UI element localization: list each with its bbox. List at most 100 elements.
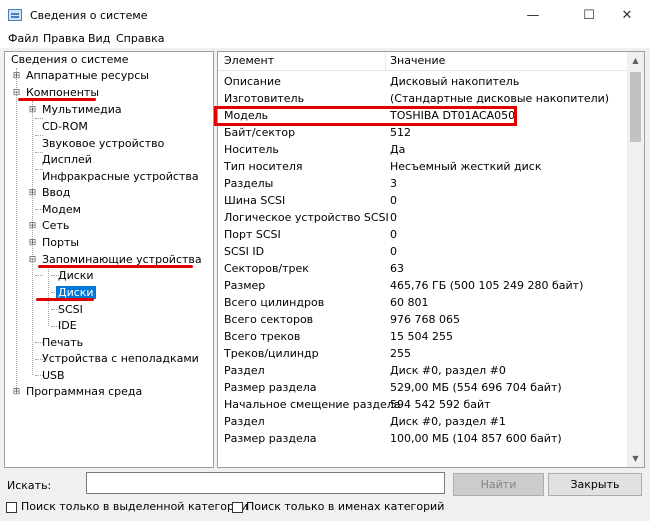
tree-item-ide[interactable]: IDE xyxy=(58,318,77,334)
table-row[interactable]: Байт/сектор 512 xyxy=(218,124,627,141)
cell-value: (Стандартные дисковые накопители) xyxy=(390,92,610,105)
cell-element: Треков/цилиндр xyxy=(224,347,319,360)
expand-plus-icon[interactable]: ⊞ xyxy=(12,72,21,81)
table-row[interactable]: Всего цилиндров 60 801 xyxy=(218,294,627,311)
cell-element: Раздел xyxy=(224,364,265,377)
search-input[interactable] xyxy=(86,472,445,494)
table-row[interactable]: Описание Дисковый накопитель xyxy=(218,73,627,90)
red-underline-annotation xyxy=(38,265,193,268)
cell-value: Диск #0, раздел #0 xyxy=(390,364,506,377)
title-bar: Сведения о системе — ☐ ✕ xyxy=(0,0,650,31)
scroll-up-icon[interactable]: ▲ xyxy=(627,52,644,69)
cell-value: 60 801 xyxy=(390,296,429,309)
menu-edit[interactable]: Правка xyxy=(43,32,85,45)
tree-item-printing[interactable]: Печать xyxy=(42,335,83,351)
cell-value: Диск #0, раздел #1 xyxy=(390,415,506,428)
collapse-minus-icon[interactable]: ⊟ xyxy=(28,256,37,265)
column-divider[interactable] xyxy=(385,52,386,70)
scroll-down-icon[interactable]: ▼ xyxy=(627,450,644,467)
checkbox-search-selected-category[interactable] xyxy=(6,502,17,513)
find-button[interactable]: Найти xyxy=(453,473,544,496)
table-row[interactable]: Изготовитель (Стандартные дисковые накопи… xyxy=(218,90,627,107)
tree-item-hardware-resources[interactable]: Аппаратные ресурсы xyxy=(26,68,149,84)
tree-item-multimedia[interactable]: Мультимедиа xyxy=(42,102,122,118)
cell-value: 465,76 ГБ (500 105 249 280 байт) xyxy=(390,279,584,292)
collapse-minus-icon[interactable]: ⊟ xyxy=(12,89,21,98)
table-row[interactable]: SCSI ID 0 xyxy=(218,243,627,260)
cell-element: Размер раздела xyxy=(224,432,317,445)
table-row[interactable]: Размер раздела 100,00 МБ (104 857 600 бай… xyxy=(218,430,627,447)
tree-item-display[interactable]: Дисплей xyxy=(42,152,92,168)
tree-item-ports[interactable]: Порты xyxy=(42,235,79,251)
cell-value: Да xyxy=(390,143,406,156)
cell-element: Байт/сектор xyxy=(224,126,296,139)
table-row[interactable]: Разделы 3 xyxy=(218,175,627,192)
red-highlight-box xyxy=(214,106,517,126)
tree-item-sound-device[interactable]: Звуковое устройство xyxy=(42,136,164,152)
cell-element: Логическое устройство SCSI xyxy=(224,211,389,224)
system-info-window: Сведения о системе — ☐ ✕ Файл Правка Вид… xyxy=(0,0,650,521)
tree-line xyxy=(48,267,49,326)
expand-plus-icon[interactable]: ⊞ xyxy=(28,106,37,115)
cell-value: Несъемный жесткий диск xyxy=(390,160,542,173)
cell-element: Изготовитель xyxy=(224,92,305,105)
expand-plus-icon[interactable]: ⊞ xyxy=(28,239,37,248)
table-row[interactable]: Размер 465,76 ГБ (500 105 249 280 байт) xyxy=(218,277,627,294)
table-row[interactable]: Всего треков 15 504 255 xyxy=(218,328,627,345)
scrollbar-thumb[interactable] xyxy=(630,72,641,142)
cell-element: Носитель xyxy=(224,143,279,156)
table-row[interactable]: Всего секторов 976 768 065 xyxy=(218,311,627,328)
cell-element: Всего цилиндров xyxy=(224,296,325,309)
window-title: Сведения о системе xyxy=(30,9,148,22)
cell-value: 0 xyxy=(390,245,397,258)
tree-item-scsi[interactable]: SCSI xyxy=(58,302,83,318)
table-row[interactable]: Раздел Диск #0, раздел #0 xyxy=(218,362,627,379)
table-row[interactable]: Треков/цилиндр 255 xyxy=(218,345,627,362)
cell-value: 63 xyxy=(390,262,404,275)
cell-value: 529,00 МБ (554 696 704 байт) xyxy=(390,381,562,394)
checkbox-label-selected-category: Поиск только в выделенной категории xyxy=(21,500,249,513)
table-row[interactable]: Начальное смещение раздела 594 542 592 ба… xyxy=(218,396,627,413)
table-row[interactable]: Порт SCSI 0 xyxy=(218,226,627,243)
table-row[interactable]: Логическое устройство SCSI 0 xyxy=(218,209,627,226)
search-label: Искать: xyxy=(7,479,52,492)
table-row[interactable]: Носитель Да xyxy=(218,141,627,158)
expand-plus-icon[interactable]: ⊞ xyxy=(12,388,21,397)
tree-item-software-environment[interactable]: Программная среда xyxy=(26,384,142,400)
checkbox-search-category-names[interactable] xyxy=(232,502,243,513)
cell-value: 3 xyxy=(390,177,397,190)
column-header-value[interactable]: Значение xyxy=(390,54,445,67)
menu-help[interactable]: Справка xyxy=(116,32,164,45)
cell-element: Тип носителя xyxy=(224,160,303,173)
category-tree[interactable]: Сведения о системе ⊞ Аппаратные ресурсы … xyxy=(4,51,214,468)
tree-item-modem[interactable]: Модем xyxy=(42,202,81,218)
table-row[interactable]: Тип носителя Несъемный жесткий диск xyxy=(218,158,627,175)
cell-element: Разделы xyxy=(224,177,274,190)
vertical-scrollbar[interactable]: ▲ ▼ xyxy=(627,52,644,467)
expand-plus-icon[interactable]: ⊞ xyxy=(28,189,37,198)
minimize-button[interactable]: — xyxy=(510,0,556,31)
table-row[interactable]: Раздел Диск #0, раздел #1 xyxy=(218,413,627,430)
table-row[interactable]: Шина SCSI 0 xyxy=(218,192,627,209)
tree-item-usb[interactable]: USB xyxy=(42,368,65,384)
tree-item-cdrom[interactable]: CD-ROM xyxy=(42,119,88,135)
tree-item-drives[interactable]: Диски xyxy=(58,268,94,284)
expand-plus-icon[interactable]: ⊞ xyxy=(28,222,37,231)
table-row[interactable]: Секторов/трек 63 xyxy=(218,260,627,277)
close-button[interactable]: Закрыть xyxy=(548,473,642,496)
column-header-element[interactable]: Элемент xyxy=(224,54,274,67)
tree-item-problem-devices[interactable]: Устройства с неполадками xyxy=(42,351,199,367)
tree-item-infrared[interactable]: Инфракрасные устройства xyxy=(42,169,199,185)
tree-item-network[interactable]: Сеть xyxy=(42,218,69,234)
red-underline-annotation xyxy=(18,98,96,101)
close-window-button[interactable]: ✕ xyxy=(604,0,650,31)
tree-root-system-summary[interactable]: Сведения о системе xyxy=(11,52,128,68)
tree-item-input[interactable]: Ввод xyxy=(42,185,70,201)
table-row[interactable]: Размер раздела 529,00 МБ (554 696 704 бай… xyxy=(218,379,627,396)
cell-value: 0 xyxy=(390,211,397,224)
tree-line xyxy=(35,275,43,276)
cell-value: 255 xyxy=(390,347,411,360)
cell-element: Раздел xyxy=(224,415,265,428)
menu-view[interactable]: Вид xyxy=(88,32,110,45)
menu-file[interactable]: Файл xyxy=(8,32,38,45)
